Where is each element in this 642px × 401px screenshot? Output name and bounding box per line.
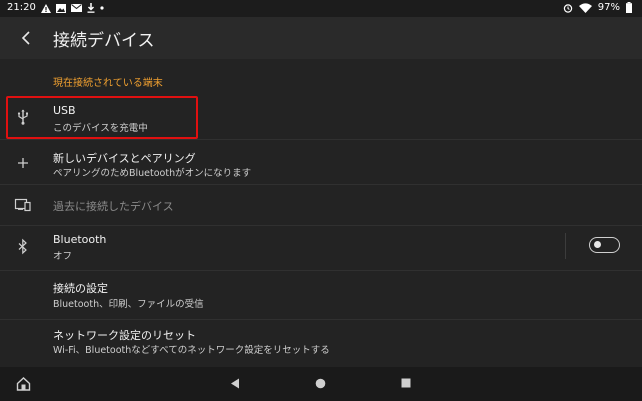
- status-notification-icons: [41, 3, 104, 13]
- list-item-subtitle: ペアリングのためBluetoothがオンになります: [53, 168, 252, 179]
- page-title: 接続デバイス: [53, 31, 155, 51]
- status-bar: 21:20 97%: [0, 0, 642, 17]
- recents-square-icon[interactable]: [401, 378, 411, 388]
- back-arrow-icon[interactable]: [16, 27, 38, 49]
- navigation-bar: [0, 367, 642, 401]
- list-item-bluetooth[interactable]: Bluetooth オフ: [0, 226, 642, 270]
- list-item-title: 過去に接続したデバイス: [53, 200, 174, 213]
- alarm-icon: [563, 3, 572, 13]
- home-circle-icon[interactable]: [315, 378, 326, 389]
- list-item-subtitle: Wi-Fi、Bluetoothなどすべてのネットワーク設定をリセットする: [53, 345, 330, 356]
- list-item-title: 接続の設定: [53, 282, 108, 295]
- list-item-title: 新しいデバイスとペアリング: [53, 152, 196, 165]
- list-item-previously-connected[interactable]: 過去に接続したデバイス: [0, 185, 642, 225]
- battery-icon: [626, 2, 632, 13]
- image-icon: [56, 3, 66, 13]
- wifi-icon: [578, 2, 592, 13]
- toggle-divider: [565, 233, 566, 259]
- status-system-icons: 97%: [563, 2, 632, 13]
- bluetooth-toggle[interactable]: [589, 237, 620, 253]
- back-triangle-icon[interactable]: [230, 378, 240, 389]
- dot-icon: [100, 6, 104, 10]
- list-item-subtitle: オフ: [53, 251, 73, 262]
- plus-icon: [18, 158, 28, 168]
- app-bar: 接続デバイス: [0, 17, 642, 59]
- warning-icon: [41, 3, 51, 13]
- battery-percent: 97%: [597, 2, 620, 13]
- list-item-network-reset[interactable]: ネットワーク設定のリセット Wi-Fi、Bluetoothなどすべてのネットワー…: [0, 320, 642, 366]
- devices-icon: [14, 198, 31, 212]
- status-time: 21:20: [7, 2, 36, 13]
- highlight-box: [6, 96, 198, 139]
- list-item-title: Bluetooth: [53, 233, 107, 246]
- list-item-pair-new-device[interactable]: 新しいデバイスとペアリング ペアリングのためBluetoothがオンになります: [0, 140, 642, 184]
- section-header-connected: 現在接続されている端末: [53, 78, 163, 89]
- list-item-subtitle: Bluetooth、印刷、ファイルの受信: [53, 299, 204, 310]
- bluetooth-icon: [18, 238, 27, 255]
- download-icon: [87, 3, 95, 13]
- mail-icon: [71, 4, 82, 12]
- home-icon[interactable]: [16, 377, 31, 391]
- toggle-knob: [594, 241, 601, 248]
- list-item-title: ネットワーク設定のリセット: [53, 329, 196, 342]
- list-item-connection-settings[interactable]: 接続の設定 Bluetooth、印刷、ファイルの受信: [0, 271, 642, 319]
